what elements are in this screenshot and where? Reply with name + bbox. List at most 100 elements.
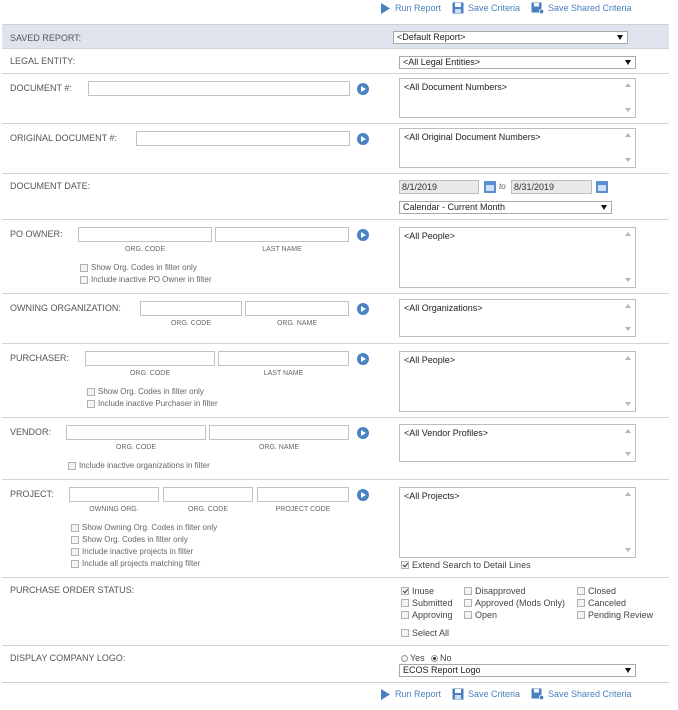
status-select-all-checkbox[interactable]: Select All (401, 628, 449, 638)
document-number-input[interactable] (88, 81, 350, 96)
add-original-document-icon[interactable] (357, 133, 369, 145)
chevron-down-icon (601, 205, 607, 210)
owning-organization-list[interactable]: <All Organizations> (399, 299, 636, 337)
org-name-caption: ORG. NAME (258, 444, 300, 451)
scroll-up-icon[interactable] (625, 356, 631, 360)
po-owner-org-code-input[interactable] (78, 227, 212, 242)
project-org-code-input[interactable] (163, 487, 253, 502)
company-logo-select[interactable]: ECOS Report Logo (399, 664, 636, 677)
original-document-input[interactable] (136, 131, 350, 146)
document-date-label: DOCUMENT DATE: (10, 181, 91, 191)
status-closed-checkbox[interactable]: Closed (577, 586, 616, 596)
last-name-caption: LAST NAME (263, 370, 304, 377)
vendor-label: VENDOR: (10, 427, 52, 437)
project-list[interactable]: <All Projects> (399, 487, 636, 558)
scroll-down-icon[interactable] (625, 548, 631, 552)
date-range-select[interactable]: Calendar - Current Month (399, 201, 612, 214)
document-number-list[interactable]: <All Document Numbers> (399, 78, 636, 118)
status-inuse-checkbox[interactable]: Inuse (401, 586, 434, 596)
saved-report-select[interactable]: <Default Report> (393, 31, 628, 44)
org-code-caption: ORG. CODE (129, 370, 171, 377)
scroll-up-icon[interactable] (625, 83, 631, 87)
save-shared-icon (531, 2, 544, 14)
scroll-down-icon[interactable] (625, 327, 631, 331)
vendor-org-name-input[interactable] (209, 425, 349, 440)
save-icon (452, 2, 464, 14)
status-submitted-checkbox[interactable]: Submitted (401, 598, 453, 608)
purchaser-org-code-input[interactable] (85, 351, 215, 366)
project-include-all-checkbox[interactable]: Include all projects matching filter (71, 559, 200, 568)
purchaser-label: PURCHASER: (10, 353, 70, 363)
project-owning-org-input[interactable] (69, 487, 159, 502)
logo-yes-radio[interactable]: Yes (401, 653, 425, 663)
save-criteria-button[interactable]: Save Criteria (452, 0, 520, 16)
po-status-label: PURCHASE ORDER STATUS: (10, 585, 135, 595)
add-purchaser-icon[interactable] (357, 353, 369, 365)
po-owner-list[interactable]: <All People> (399, 227, 636, 288)
purchaser-include-inactive-checkbox[interactable]: Include inactive Purchaser in filter (87, 399, 218, 408)
radio-icon (401, 655, 408, 663)
project-include-inactive-checkbox[interactable]: Include inactive projects in filter (71, 547, 193, 556)
org-code-caption: ORG. CODE (187, 506, 229, 513)
add-po-owner-icon[interactable] (357, 229, 369, 241)
org-code-caption: ORG. CODE (115, 444, 157, 451)
purchaser-show-codes-checkbox[interactable]: Show Org. Codes in filter only (87, 387, 204, 396)
status-canceled-checkbox[interactable]: Canceled (577, 598, 626, 608)
po-owner-show-codes-checkbox[interactable]: Show Org. Codes in filter only (80, 263, 197, 272)
document-number-label: DOCUMENT #: (10, 83, 72, 93)
scroll-up-icon[interactable] (625, 492, 631, 496)
original-document-list[interactable]: <All Original Document Numbers> (399, 128, 636, 168)
purchaser-last-name-input[interactable] (218, 351, 349, 366)
vendor-org-code-input[interactable] (66, 425, 206, 440)
scroll-up-icon[interactable] (625, 429, 631, 433)
owning-org-code-input[interactable] (140, 301, 242, 316)
scroll-down-icon[interactable] (625, 278, 631, 282)
save-shared-criteria-button[interactable]: Save Shared Criteria (531, 0, 632, 16)
document-number-row: DOCUMENT #: <All Document Numbers> (2, 74, 669, 124)
calendar-icon[interactable] (596, 181, 608, 193)
save-criteria-button[interactable]: Save Criteria (452, 686, 520, 702)
status-disapproved-checkbox[interactable]: Disapproved (464, 586, 526, 596)
save-shared-criteria-button[interactable]: Save Shared Criteria (531, 686, 632, 702)
scroll-up-icon[interactable] (625, 304, 631, 308)
project-show-codes-checkbox[interactable]: Show Org. Codes in filter only (71, 535, 188, 544)
status-approved-checkbox[interactable]: Approved (Mods Only) (464, 598, 565, 608)
purchaser-list[interactable]: <All People> (399, 351, 636, 412)
saved-report-row: SAVED REPORT: <Default Report> (2, 24, 669, 49)
status-approving-checkbox[interactable]: Approving (401, 610, 453, 620)
project-label: PROJECT: (10, 489, 54, 499)
date-from-input[interactable]: 8/1/2019 (399, 180, 479, 194)
po-owner-last-name-input[interactable] (215, 227, 349, 242)
extend-search-checkbox[interactable]: Extend Search to Detail Lines (401, 560, 531, 570)
run-report-button[interactable]: Run Report (380, 686, 441, 702)
legal-entity-select[interactable]: <All Legal Entities> (399, 56, 636, 69)
scroll-down-icon[interactable] (625, 402, 631, 406)
add-vendor-icon[interactable] (357, 427, 369, 439)
add-project-icon[interactable] (357, 489, 369, 501)
calendar-icon[interactable] (484, 181, 496, 193)
po-owner-label: PO OWNER: (10, 229, 63, 239)
scroll-up-icon[interactable] (625, 133, 631, 137)
owning-org-name-input[interactable] (245, 301, 349, 316)
legal-entity-label: LEGAL ENTITY: (10, 56, 76, 66)
vendor-list[interactable]: <All Vendor Profiles> (399, 424, 636, 462)
project-show-owning-codes-checkbox[interactable]: Show Owning Org. Codes in filter only (71, 523, 217, 532)
project-code-input[interactable] (257, 487, 349, 502)
status-pending-review-checkbox[interactable]: Pending Review (577, 610, 653, 620)
save-icon (452, 688, 464, 700)
run-report-button[interactable]: Run Report (380, 0, 441, 16)
add-owning-org-icon[interactable] (357, 303, 369, 315)
status-open-checkbox[interactable]: Open (464, 610, 497, 620)
po-owner-row: PO OWNER: ORG. CODE LAST NAME Show Org. … (2, 220, 669, 294)
legal-entity-row: LEGAL ENTITY: <All Legal Entities> (2, 50, 669, 74)
scroll-down-icon[interactable] (625, 108, 631, 112)
po-owner-include-inactive-checkbox[interactable]: Include inactive PO Owner in filter (80, 275, 212, 284)
document-date-row: DOCUMENT DATE: 8/1/2019 to 8/31/2019 Cal… (2, 174, 669, 220)
vendor-include-inactive-checkbox[interactable]: Include inactive organizations in filter (68, 461, 210, 470)
logo-no-radio[interactable]: No (431, 653, 452, 663)
scroll-down-icon[interactable] (625, 158, 631, 162)
scroll-down-icon[interactable] (625, 452, 631, 456)
date-to-input[interactable]: 8/31/2019 (511, 180, 592, 194)
add-document-number-icon[interactable] (357, 83, 369, 95)
scroll-up-icon[interactable] (625, 232, 631, 236)
